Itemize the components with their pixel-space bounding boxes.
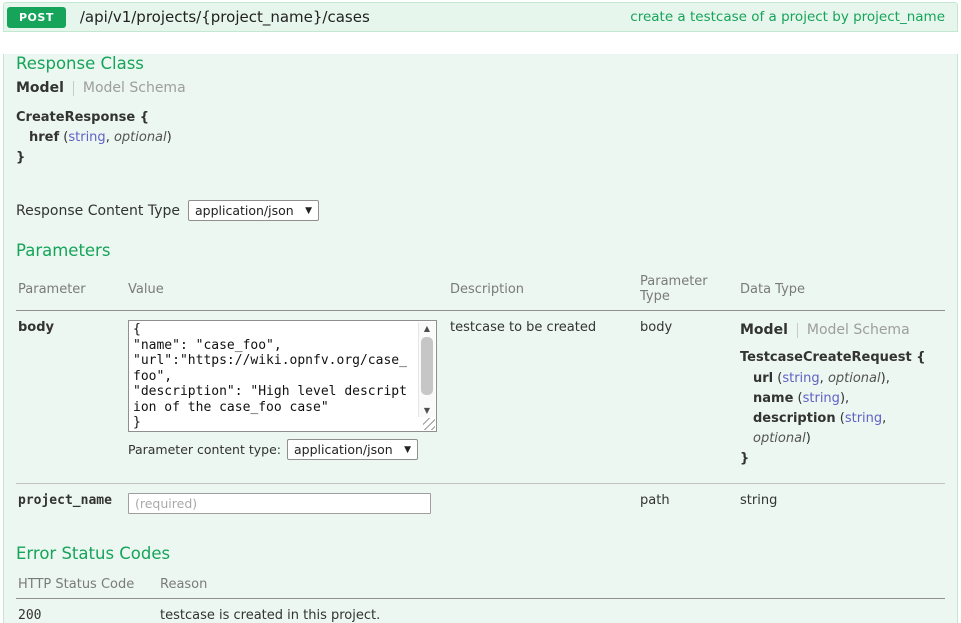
- swagger-operation-page: POST /api/v1/projects/{project_name}/cas…: [0, 0, 961, 623]
- model-property-name: name (string),: [753, 389, 939, 409]
- tab-separator: [73, 81, 74, 96]
- response-model-tabs: Model Model Schema: [16, 80, 945, 96]
- param-name-body: body: [18, 320, 54, 335]
- error-header-row: HTTP Status Code Reason: [16, 570, 945, 599]
- parameters-title: Parameters: [16, 241, 945, 260]
- scroll-up-icon[interactable]: ▲: [419, 322, 435, 335]
- response-content-type-row: Response Content Type application/json ▼: [16, 200, 945, 221]
- model-property-description: description (string, optional): [753, 409, 939, 449]
- resize-grip-icon[interactable]: [423, 418, 435, 430]
- col-data-type: Data Type: [738, 267, 945, 311]
- param-description-body: testcase to be created: [448, 311, 638, 484]
- tab-model[interactable]: Model: [16, 80, 64, 96]
- tab-model-schema[interactable]: Model Schema: [807, 322, 910, 338]
- col-description: Description: [448, 267, 638, 311]
- parameter-content-type-row: Parameter content type: application/json…: [128, 439, 442, 460]
- error-status-codes-table: HTTP Status Code Reason 200 testcase is …: [16, 570, 945, 623]
- textarea-scrollbar[interactable]: ▲ ▼: [418, 322, 435, 417]
- body-model-tabs: Model Model Schema: [740, 322, 939, 338]
- response-class-title: Response Class: [16, 54, 945, 73]
- model-signature-close: }: [16, 148, 945, 168]
- response-content-type-select[interactable]: application/json: [188, 200, 319, 221]
- endpoint-path-link[interactable]: /api/v1/projects/{project_name}/cases: [80, 8, 370, 26]
- operation-content: Response Class Model Model Schema Create…: [3, 54, 958, 623]
- parameter-content-type-label: Parameter content type:: [128, 442, 281, 457]
- model-property-url: url (string, optional),: [753, 369, 939, 389]
- parameters-header-row: Parameter Value Description Parameter Ty…: [16, 267, 945, 311]
- operation-summary-link[interactable]: create a testcase of a project by projec…: [630, 9, 945, 25]
- tab-model[interactable]: Model: [740, 322, 788, 338]
- scroll-down-icon[interactable]: ▼: [419, 404, 435, 417]
- response-model-signature: CreateResponse { href (string, optional)…: [16, 108, 945, 168]
- model-signature-close: }: [740, 449, 939, 469]
- model-signature-open: TestcaseCreateRequest {: [740, 348, 939, 368]
- param-data-type-project-name: string: [738, 484, 945, 525]
- post-operation-block: POST /api/v1/projects/{project_name}/cas…: [3, 2, 958, 623]
- error-row-200: 200 testcase is created in this project.: [16, 599, 945, 623]
- request-model-signature: TestcaseCreateRequest { url (string, opt…: [740, 348, 939, 469]
- param-name-project-name: project_name: [18, 493, 112, 508]
- param-row-project-name: project_name path string: [16, 484, 945, 525]
- project-name-input[interactable]: [128, 493, 431, 514]
- response-content-type-select-wrap: application/json ▼: [188, 200, 319, 221]
- model-signature-open: CreateResponse {: [16, 108, 945, 128]
- col-parameter: Parameter: [16, 267, 126, 311]
- tab-model-schema[interactable]: Model Schema: [83, 80, 186, 96]
- param-row-body: body { "name": "case_foo", "url":"https:…: [16, 311, 945, 484]
- tab-separator: [797, 323, 798, 338]
- parameter-content-type-select-wrap: application/json ▼: [287, 439, 418, 460]
- param-type-body: body: [638, 311, 738, 484]
- parameter-content-type-select[interactable]: application/json: [287, 439, 418, 460]
- scrollbar-thumb[interactable]: [421, 337, 433, 395]
- error-status-codes-title: Error Status Codes: [16, 544, 945, 563]
- operation-heading-bar: POST /api/v1/projects/{project_name}/cas…: [3, 2, 958, 32]
- status-code: 200: [16, 599, 158, 623]
- body-json-text[interactable]: { "name": "case_foo", "url":"https://wik…: [133, 322, 414, 429]
- model-property-href: href (string, optional): [29, 128, 945, 148]
- col-reason: Reason: [158, 570, 945, 599]
- param-type-project-name: path: [638, 484, 738, 525]
- col-http-status-code: HTTP Status Code: [16, 570, 158, 599]
- status-reason: testcase is created in this project.: [158, 599, 945, 623]
- col-value: Value: [126, 267, 448, 311]
- col-parameter-type: Parameter Type: [638, 267, 738, 311]
- body-json-textarea[interactable]: { "name": "case_foo", "url":"https://wik…: [128, 320, 437, 432]
- param-description-project-name: [448, 484, 638, 525]
- response-content-type-label: Response Content Type: [16, 203, 180, 219]
- http-method-badge[interactable]: POST: [7, 7, 66, 28]
- body-data-type: Model Model Schema TestcaseCreateRequest…: [740, 322, 939, 469]
- parameters-table: Parameter Value Description Parameter Ty…: [16, 267, 945, 524]
